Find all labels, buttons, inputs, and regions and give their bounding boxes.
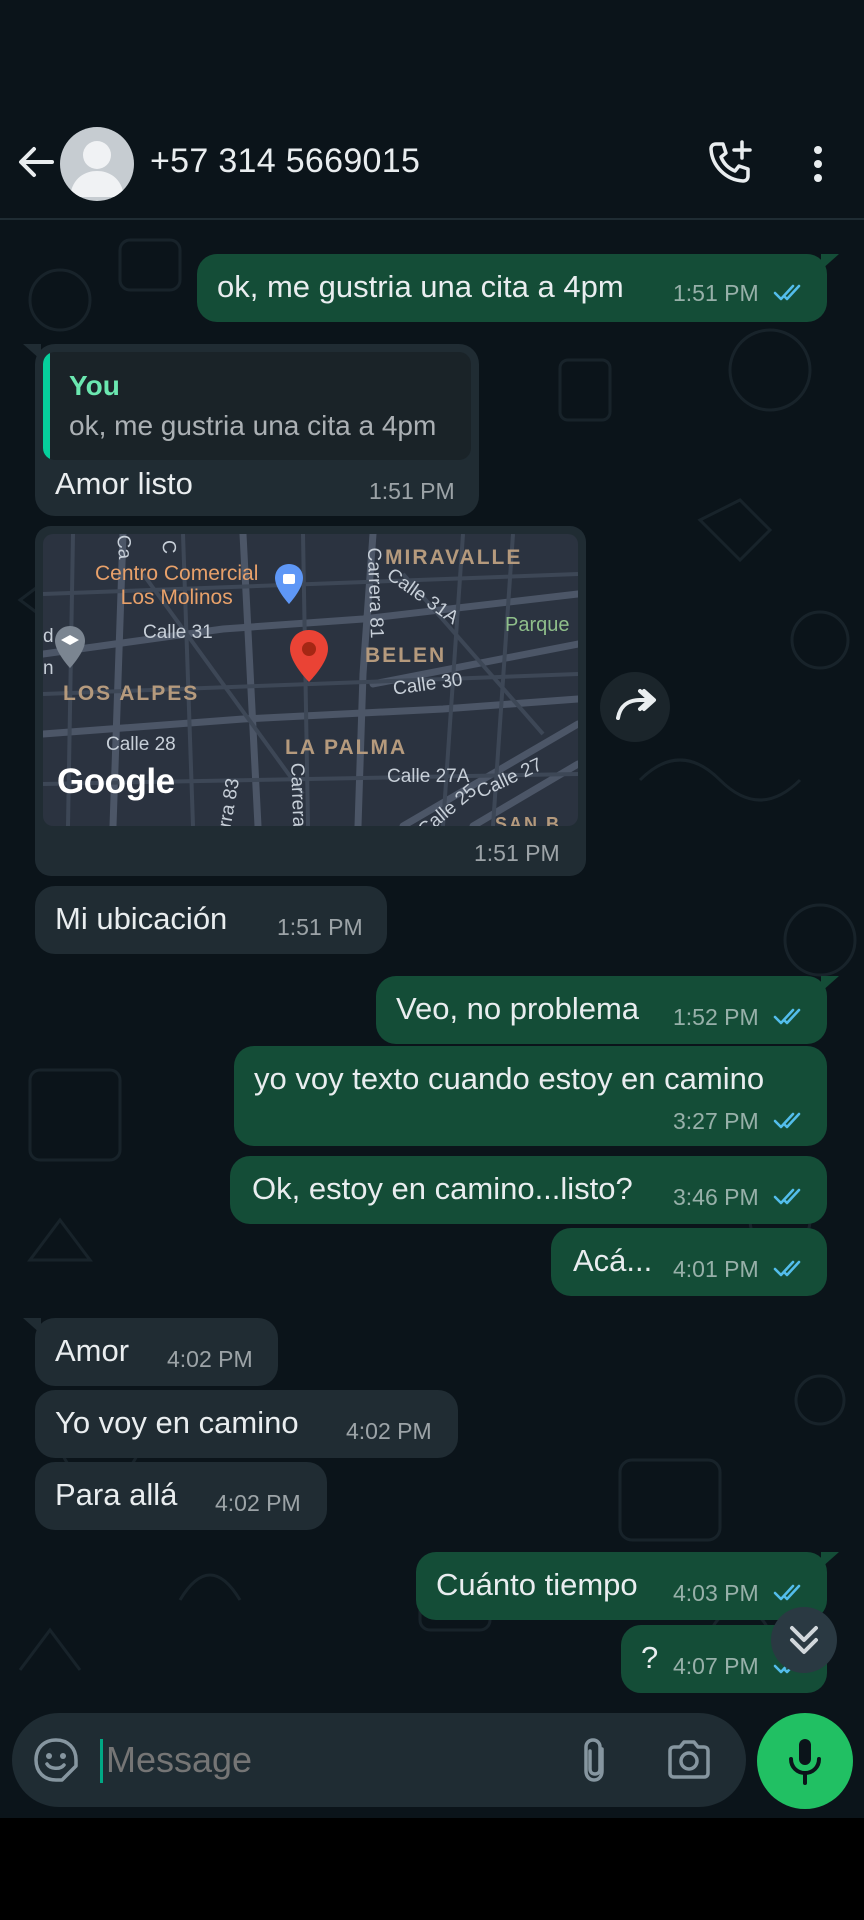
double-check-icon xyxy=(773,1584,801,1601)
location-message[interactable]: Centro Comercial Los Molinos MIRAVALLE BE… xyxy=(35,526,586,876)
message-text: Mi ubicación xyxy=(55,901,228,936)
microphone-icon xyxy=(789,1739,821,1785)
double-check-icon xyxy=(773,1008,801,1025)
double-chevron-down-icon xyxy=(790,1626,818,1654)
double-check-icon xyxy=(773,284,801,301)
message-time: 4:01 PM xyxy=(673,1256,759,1282)
incoming-message[interactable]: Para allá 4:02 PM xyxy=(35,1462,327,1530)
map-street-label: Ca xyxy=(112,534,136,560)
message-text: ? xyxy=(641,1640,659,1675)
add-call-icon[interactable] xyxy=(706,138,754,186)
message-text: Yo voy en camino xyxy=(55,1405,299,1440)
message-text: Acá... xyxy=(573,1243,653,1278)
message-time: 1:51 PM xyxy=(673,280,759,306)
map-street-label: C xyxy=(157,539,180,555)
shopping-pin-icon xyxy=(275,564,303,604)
camera-icon[interactable] xyxy=(664,1735,714,1785)
double-check-icon xyxy=(773,1260,801,1277)
contact-name[interactable]: +57 314 5669015 xyxy=(150,142,420,181)
incoming-message[interactable]: Amor 4:02 PM xyxy=(23,1318,278,1386)
message-text: Veo, no problema xyxy=(396,991,640,1026)
bubble-tail xyxy=(821,976,839,992)
message-time: 4:02 PM xyxy=(346,1418,432,1444)
double-check-icon xyxy=(773,1188,801,1205)
arrow-left-icon[interactable] xyxy=(14,140,58,184)
map-park-label: Parque xyxy=(505,614,570,636)
outgoing-message[interactable]: yo voy texto cuando estoy en camino 3:27… xyxy=(234,1046,827,1146)
message-composer xyxy=(12,1713,746,1807)
message-text: Amor listo xyxy=(55,466,193,501)
map-poi-label: Centro Comercial Los Molinos xyxy=(95,562,258,610)
map-street-label: Carrera 81 xyxy=(362,547,387,639)
map-area-label: LA PALMA xyxy=(285,736,408,759)
message-text: Amor xyxy=(55,1333,130,1368)
outgoing-message[interactable]: Ok, estoy en camino...listo? 3:46 PM xyxy=(230,1156,827,1224)
forward-button[interactable] xyxy=(600,672,670,742)
default-avatar-icon xyxy=(70,141,124,197)
chat-area[interactable]: ok, me gustria una cita a 4pm 1:51 PM Yo… xyxy=(0,220,864,1710)
quote-text: ok, me gustria una cita a 4pm xyxy=(69,410,437,441)
message-time: 1:51 PM xyxy=(277,914,363,940)
message-time: 4:02 PM xyxy=(167,1346,253,1372)
incoming-message[interactable]: You ok, me gustria una cita a 4pm Amor l… xyxy=(23,344,479,516)
map-street-label: Calle 31 xyxy=(143,622,213,643)
bubble-tail xyxy=(23,1318,41,1334)
bubble-tail xyxy=(23,344,41,360)
map-area-label: BELEN xyxy=(365,644,447,667)
sticker-emoji-icon[interactable] xyxy=(32,1736,80,1784)
system-navigation-bar xyxy=(0,1818,864,1920)
incoming-message[interactable]: Yo voy en camino 4:02 PM xyxy=(35,1390,458,1458)
outgoing-message[interactable]: Cuánto tiempo 4:03 PM xyxy=(416,1552,839,1620)
message-time: 3:46 PM xyxy=(673,1184,759,1210)
more-vertical-icon[interactable] xyxy=(800,140,836,188)
scroll-to-bottom-button[interactable] xyxy=(771,1607,837,1673)
bubble-tail xyxy=(821,1552,839,1568)
message-text: Ok, estoy en camino...listo? xyxy=(252,1171,633,1206)
outgoing-message[interactable]: Acá... 4:01 PM xyxy=(551,1228,827,1296)
bubble-tail xyxy=(821,254,839,270)
quote-accent-bar xyxy=(43,352,50,460)
location-pin-icon xyxy=(290,630,328,682)
map-area-label: SAN B xyxy=(495,814,562,826)
quoted-reply[interactable]: You ok, me gustria una cita a 4pm xyxy=(43,352,471,460)
google-logo: Google xyxy=(57,762,175,801)
map-poi-line: Los Molinos xyxy=(120,586,233,609)
message-time: 1:51 PM xyxy=(369,478,455,504)
avatar[interactable] xyxy=(60,127,134,201)
map-preview[interactable]: Centro Comercial Los Molinos MIRAVALLE BE… xyxy=(43,534,578,826)
message-text: ok, me gustria una cita a 4pm xyxy=(217,269,624,304)
message-time: 4:07 PM xyxy=(673,1653,759,1679)
incoming-message[interactable]: Mi ubicación 1:51 PM xyxy=(35,886,387,954)
forward-icon xyxy=(616,689,656,720)
school-pin-icon xyxy=(55,626,85,668)
message-time: 3:27 PM xyxy=(673,1108,759,1134)
outgoing-message[interactable]: Veo, no problema 1:52 PM xyxy=(376,976,839,1044)
message-time: 1:51 PM xyxy=(474,840,560,866)
double-check-icon xyxy=(773,1112,801,1129)
message-time: 4:02 PM xyxy=(215,1490,301,1516)
message-text: Cuánto tiempo xyxy=(436,1567,638,1602)
map-street-label: Calle 27A xyxy=(387,766,470,787)
map-area-label: LOS ALPES xyxy=(63,682,200,705)
map-area-label: MIRAVALLE xyxy=(385,546,523,569)
message-text: Para allá xyxy=(55,1477,178,1512)
map-street-label: Calle 28 xyxy=(106,734,176,755)
map-street-label: d xyxy=(43,626,54,647)
paperclip-icon[interactable] xyxy=(572,1735,620,1785)
message-text: yo voy texto cuando estoy en camino xyxy=(254,1061,765,1096)
chat-header: +57 314 5669015 xyxy=(0,110,864,220)
message-time: 1:52 PM xyxy=(673,1004,759,1030)
text-cursor xyxy=(100,1739,103,1783)
map-poi-line: Centro Comercial xyxy=(95,562,259,585)
message-time: 4:03 PM xyxy=(673,1580,759,1606)
status-bar xyxy=(0,0,864,110)
map-street-label: Carrera xyxy=(286,762,310,826)
message-input[interactable] xyxy=(106,1735,446,1785)
map-street-label: n xyxy=(43,658,54,679)
quote-author: You xyxy=(69,370,120,401)
outgoing-message[interactable]: ok, me gustria una cita a 4pm 1:51 PM xyxy=(197,254,839,322)
voice-record-button[interactable] xyxy=(757,1713,853,1809)
